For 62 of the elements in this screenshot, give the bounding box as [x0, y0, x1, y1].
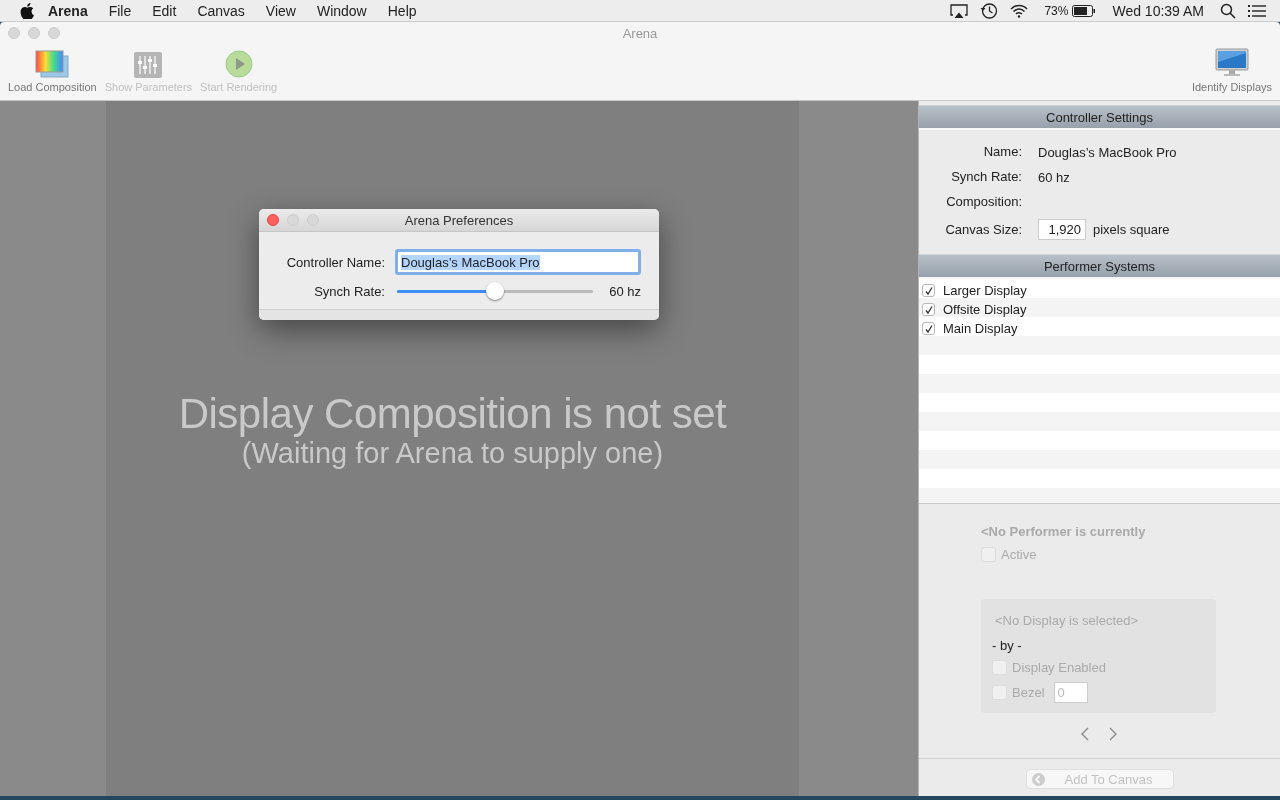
checkbox-label: Display Enabled	[1012, 660, 1106, 675]
sliders-icon	[134, 52, 163, 78]
menu-item[interactable]: Window	[316, 2, 367, 19]
field-label: Synch Rate:	[950, 169, 1022, 185]
apple-icon	[20, 2, 34, 19]
toolbar-button[interactable]: Load Composition	[8, 44, 97, 93]
menu-clock[interactable]: Wed 10:39 AM	[1112, 2, 1204, 19]
list-icon	[1248, 3, 1266, 18]
field-label: Composition:	[945, 194, 1022, 210]
minimize-button[interactable]	[287, 214, 299, 226]
canvas-message: Display Composition is not set	[178, 391, 727, 437]
minimize-button[interactable]	[28, 27, 40, 39]
search-icon	[1220, 2, 1236, 19]
dialog-title: Arena Preferences	[404, 212, 514, 228]
checkbox-label: Bezel	[1012, 685, 1045, 700]
window-title: Arena	[622, 25, 658, 41]
chevron-right-icon	[1109, 727, 1117, 741]
name-input-field[interactable]: Douglas’s MacBook Pro	[395, 249, 641, 275]
performer-title: <No Performer is currently	[981, 524, 1147, 539]
checkbox[interactable]	[922, 284, 935, 297]
field-label: Synch Rate:	[313, 284, 385, 299]
checkbox-label: Active	[1001, 547, 1037, 562]
play-icon	[224, 50, 253, 78]
close-button[interactable]	[267, 214, 279, 226]
airplay-icon	[950, 2, 969, 19]
battery-icon	[1072, 4, 1097, 17]
list-item[interactable]: Larger Display	[943, 283, 1027, 298]
battery-percentage: 73%	[1044, 3, 1069, 18]
toolbar-button[interactable]: Identify Displays	[1191, 44, 1272, 93]
field-value: Douglas’s MacBook Pro	[1038, 144, 1177, 160]
monitor-icon	[1214, 48, 1249, 78]
menu-item[interactable]: Edit	[152, 2, 177, 19]
by-label: - by -	[992, 638, 1022, 653]
menu-item[interactable]: Canvas	[197, 2, 245, 19]
zoom-button[interactable]	[48, 27, 60, 39]
menu-item[interactable]: View	[265, 2, 296, 19]
menu-item[interactable]: File	[108, 2, 132, 19]
checkbox[interactable]	[922, 303, 935, 316]
zoom-button[interactable]	[307, 214, 319, 226]
field-value: 60 hz	[1038, 169, 1070, 185]
close-button[interactable]	[8, 27, 20, 39]
wifi-icon	[1010, 3, 1029, 18]
checkbox[interactable]	[922, 322, 935, 335]
app-menu[interactable]: Arena	[48, 2, 88, 19]
field-label: Controller Name:	[285, 254, 385, 270]
history-icon	[980, 1, 999, 20]
unit-label: pixels square	[1093, 222, 1170, 237]
slider-thumb[interactable]	[486, 282, 505, 300]
list-item[interactable]: Main Display	[943, 321, 1018, 336]
field-label: Canvas Size:	[944, 221, 1022, 238]
arrow-left-circle-icon	[1031, 772, 1045, 786]
slider-reading: 60 hz	[609, 284, 641, 299]
canvas-submessage: (Waiting for Arena to supply one)	[241, 437, 664, 469]
display-title: <No Display is selected>	[995, 613, 1139, 628]
section-header: Performer Systems	[919, 254, 1280, 279]
image-stack-icon	[35, 50, 70, 78]
menu-item[interactable]: Help	[387, 2, 417, 19]
canvas-size-field[interactable]: 1,920	[1038, 219, 1086, 240]
section-header: Controller Settings	[919, 105, 1280, 130]
chevron-left-icon	[1081, 727, 1089, 741]
list-item[interactable]: Offsite Display	[943, 302, 1027, 317]
field-label: Name:	[982, 144, 1022, 160]
